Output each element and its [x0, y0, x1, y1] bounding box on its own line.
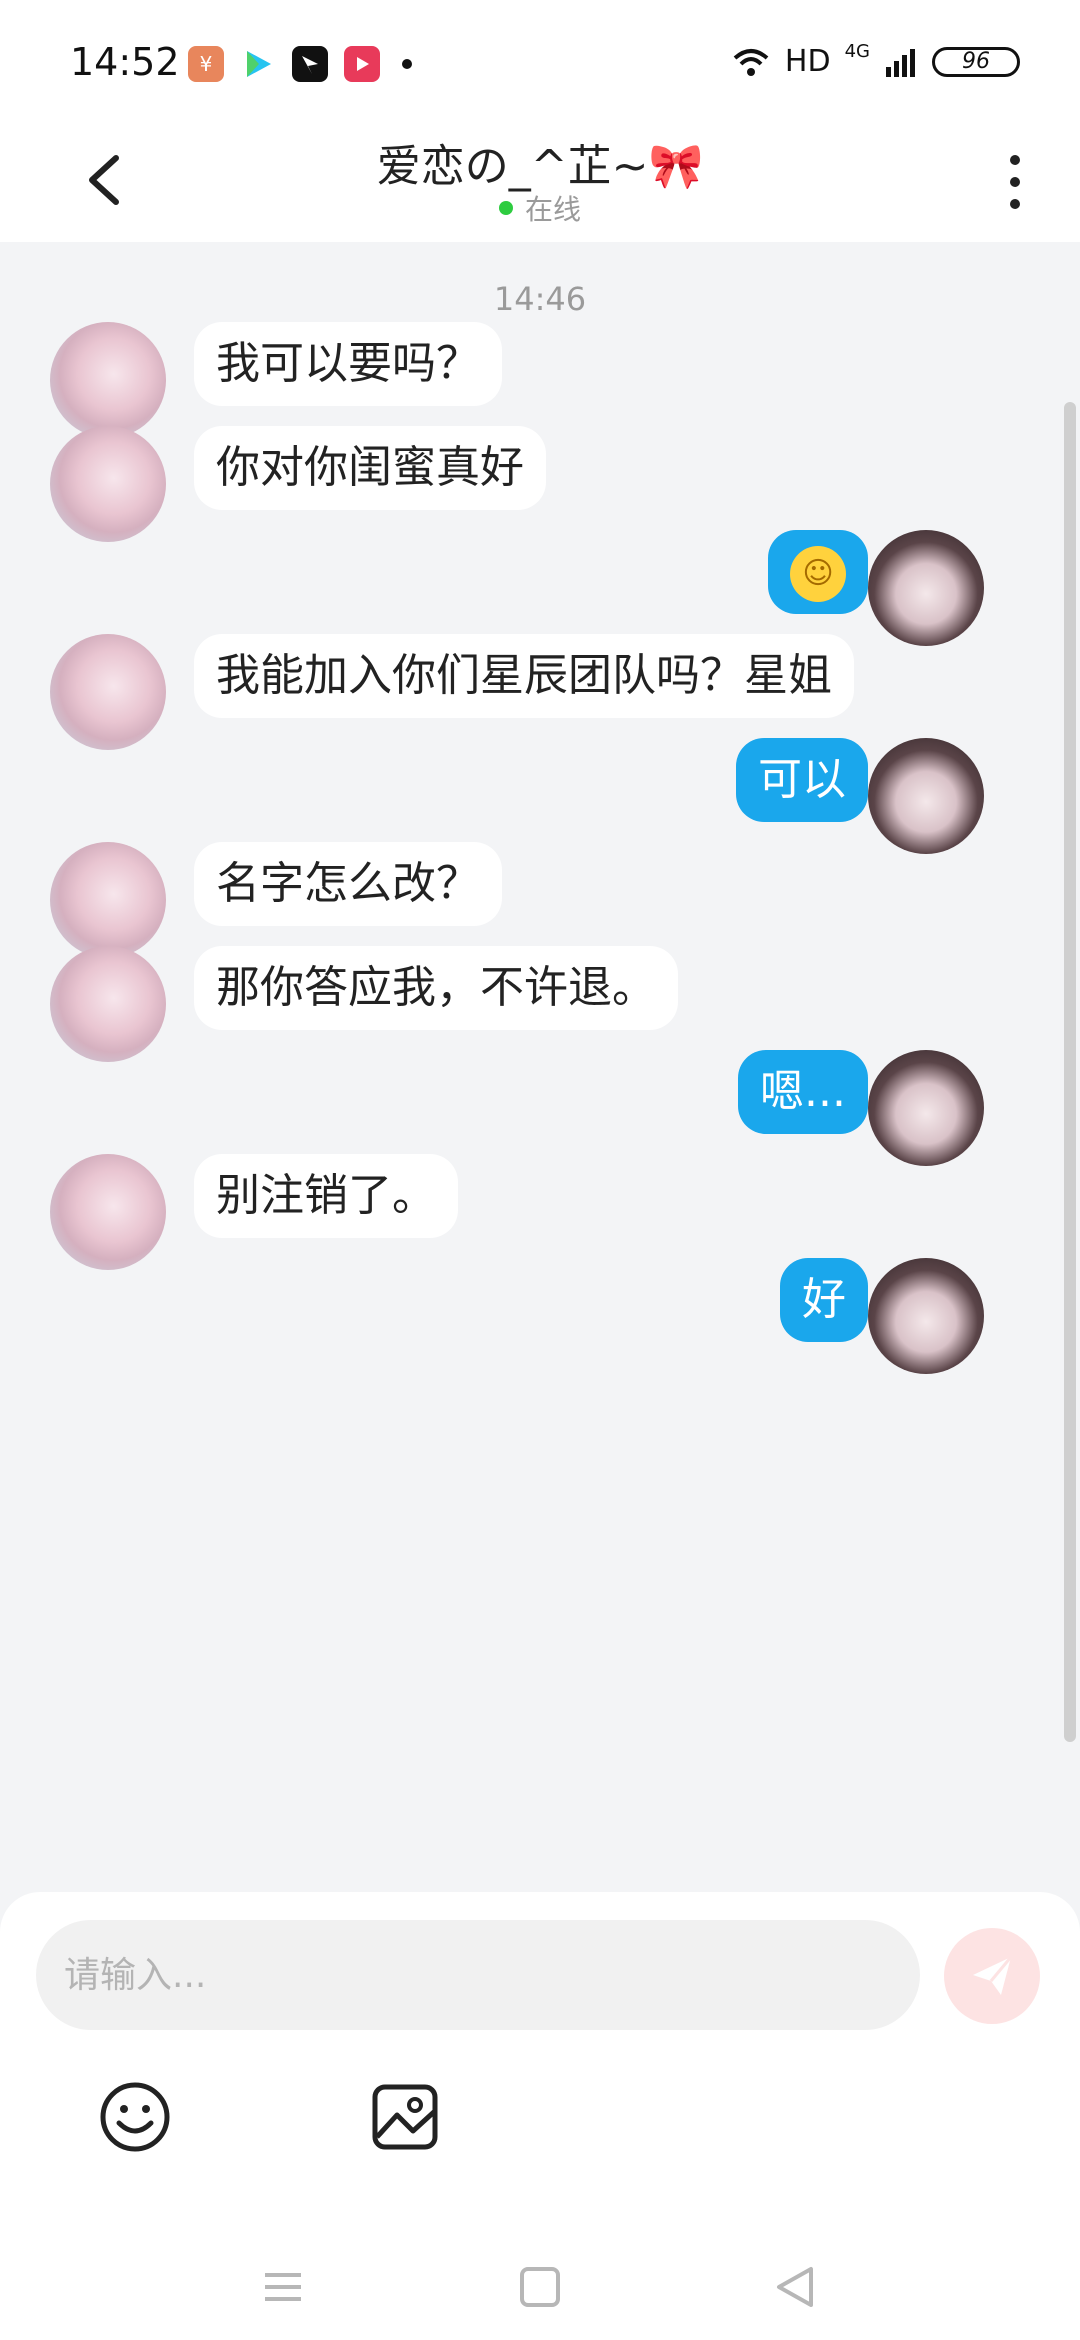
contact-avatar[interactable]	[50, 426, 166, 542]
chat-area[interactable]: 14:46 我可以要吗？ 你对你闺蜜真好 ☺ 我能加入你们星辰团队吗？星姐 可以…	[0, 242, 1080, 1892]
more-notifications-dot	[402, 59, 412, 69]
wifi-icon	[733, 48, 769, 76]
video-app-icon	[240, 46, 276, 82]
contact-avatar[interactable]	[50, 946, 166, 1062]
send-button[interactable]	[944, 1928, 1040, 2024]
smile-emoji-icon: ☺	[790, 546, 846, 602]
image-button[interactable]	[360, 2072, 450, 2162]
online-dot-icon	[498, 201, 513, 215]
more-dot-icon	[1010, 177, 1020, 187]
triangle-back-icon	[777, 2267, 813, 2307]
scrollbar[interactable]	[1064, 402, 1076, 1742]
bird-app-icon	[292, 46, 328, 82]
status-time: 14:52	[70, 40, 180, 84]
more-dot-icon	[1010, 155, 1020, 165]
send-icon	[973, 1956, 1013, 1995]
chat-title: 爱恋の_^芷~🎀	[376, 141, 704, 192]
battery-indicator: 96	[932, 46, 1020, 77]
message-input[interactable]	[36, 1920, 912, 2030]
message-timestamp: 14:46	[493, 280, 587, 318]
contact-avatar[interactable]	[50, 1154, 166, 1270]
message-bubble: 可以	[736, 738, 868, 822]
message-bubble: 我可以要吗？	[194, 322, 502, 406]
menu-icon	[265, 2273, 301, 2301]
system-nav-bar	[0, 2230, 1080, 2340]
nav-menu-button[interactable]	[248, 2252, 318, 2322]
contact-avatar[interactable]	[50, 322, 166, 438]
network-type-label: 4G	[844, 41, 870, 62]
my-avatar[interactable]	[868, 738, 984, 854]
network-hd-label: HD	[784, 44, 831, 79]
notification-icons: ¥	[188, 46, 412, 82]
image-icon	[372, 2084, 438, 2150]
message-bubble: 别注销了。	[194, 1154, 458, 1238]
my-avatar[interactable]	[868, 1258, 984, 1374]
message-bubble: 我能加入你们星辰团队吗？星姐	[194, 634, 854, 718]
nav-back-button[interactable]	[760, 2252, 830, 2322]
contact-avatar[interactable]	[50, 842, 166, 958]
more-options-button[interactable]	[990, 142, 1040, 222]
my-avatar[interactable]	[868, 530, 984, 646]
signal-icon	[886, 48, 915, 77]
battery-level: 96	[962, 49, 990, 74]
message-bubble: ☺	[768, 530, 868, 614]
online-status: 在线	[0, 188, 1080, 228]
chat-header: 爱恋の_^芷~🎀 在线	[0, 130, 1080, 242]
nav-home-button[interactable]	[505, 2252, 575, 2322]
message-input-container[interactable]	[36, 1920, 920, 2030]
online-status-label: 在线	[524, 193, 581, 226]
my-avatar[interactable]	[868, 1050, 984, 1166]
square-icon	[520, 2267, 560, 2307]
message-bubble: 嗯...	[738, 1050, 868, 1134]
play-app-icon	[344, 46, 380, 82]
message-bubble: 名字怎么改？	[194, 842, 502, 926]
message-bubble: 你对你闺蜜真好	[194, 426, 546, 510]
more-dot-icon	[1010, 199, 1020, 209]
message-bubble: 好	[780, 1258, 868, 1342]
contact-avatar[interactable]	[50, 634, 166, 750]
smile-icon	[100, 2082, 170, 2152]
wallet-app-icon: ¥	[188, 46, 224, 82]
status-right: HD 4G 96	[731, 41, 1020, 79]
message-bubble: 那你答应我，不许退。	[194, 946, 678, 1030]
emoji-button[interactable]	[90, 2072, 180, 2162]
status-bar: 14:52 ¥ HD 4G 96	[0, 0, 1080, 130]
